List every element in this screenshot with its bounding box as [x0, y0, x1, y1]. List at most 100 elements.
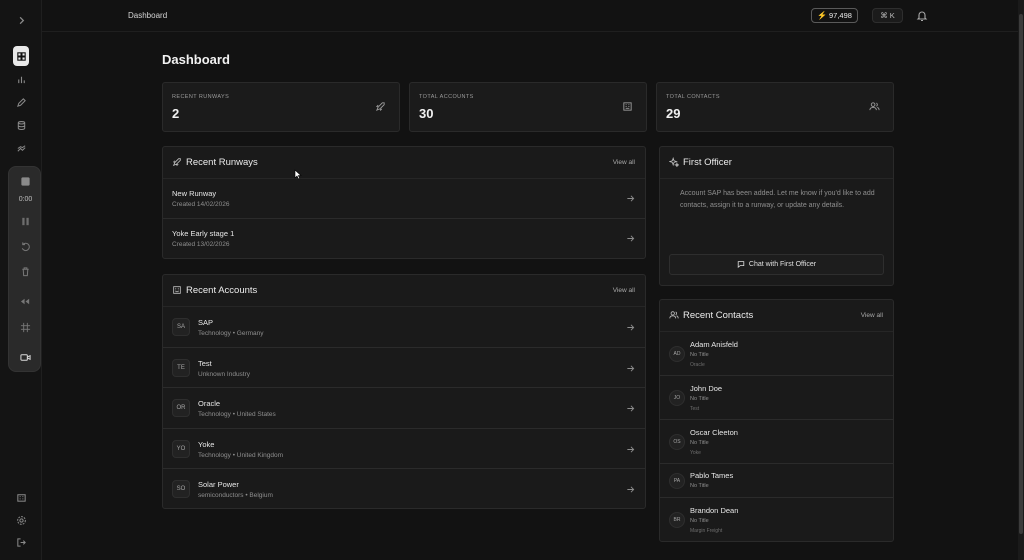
account-name: Yoke — [198, 439, 215, 449]
analytics-nav-icon[interactable] — [15, 73, 27, 85]
record-timer: 0:00 — [18, 196, 33, 203]
account-meta: semiconductors • Belgium — [198, 492, 273, 499]
dashboard-nav-icon[interactable] — [13, 46, 29, 66]
list-item[interactable]: AD Adam Anisfeld No Title Oracle — [660, 332, 893, 376]
arrow-right-icon — [626, 194, 635, 203]
contact-role: No Title — [690, 440, 709, 446]
runways-nav-icon[interactable] — [15, 96, 27, 108]
account-meta: Technology • United States — [198, 411, 276, 418]
runway-name: New Runway — [172, 189, 217, 198]
trash-icon[interactable] — [19, 265, 32, 278]
arrow-right-icon — [626, 323, 635, 332]
card-title: First Officer — [683, 157, 732, 168]
lightning-icon: ⚡ — [817, 11, 827, 20]
account-meta: Unknown Industry — [198, 370, 251, 378]
breadcrumb[interactable]: Dashboard — [128, 11, 167, 20]
first-officer-card: First Officer Account SAP has been added… — [659, 146, 894, 286]
recent-contacts-card: Recent Contacts View all AD Adam Anisfel… — [659, 299, 894, 542]
list-item[interactable]: JO John Doe No Title Test — [660, 376, 893, 420]
stat-total-accounts[interactable]: TOTAL ACCOUNTS 30 — [409, 82, 647, 132]
chat-with-first-officer-button[interactable]: Chat with First Officer — [669, 254, 884, 275]
list-item[interactable]: TE Test Unknown Industry — [163, 348, 645, 388]
arrow-right-icon — [626, 485, 635, 494]
stat-value: 2 — [172, 106, 180, 121]
account-name: Solar Power — [198, 480, 239, 489]
grid-icon[interactable] — [19, 321, 32, 334]
card-title: Recent Runways — [186, 157, 258, 168]
settings-gear-icon[interactable] — [15, 514, 27, 526]
arrow-right-icon — [626, 404, 635, 413]
bell-icon[interactable] — [916, 9, 928, 22]
account-meta: Technology • United Kingdom — [198, 451, 284, 459]
recent-runways-card: Recent Runways View all New Runway Creat… — [162, 146, 646, 259]
logout-icon[interactable] — [15, 536, 27, 548]
list-item[interactable]: SA SAP Technology • Germany — [163, 307, 645, 348]
stat-recent-runways[interactable]: RECENT RUNWAYS 2 — [162, 82, 400, 132]
stop-record-icon[interactable] — [19, 175, 32, 188]
trends-nav-icon[interactable] — [15, 142, 27, 154]
contact-avatar: OS — [669, 434, 685, 450]
contact-role: No Title — [690, 483, 709, 489]
camera-icon[interactable] — [19, 351, 32, 364]
view-all-accounts-link[interactable]: View all — [613, 287, 635, 294]
chat-button-label: Chat with First Officer — [748, 261, 817, 268]
arrow-right-icon — [626, 234, 635, 243]
credits-value: 97,498 — [829, 11, 852, 20]
view-all-contacts-link[interactable]: View all — [861, 312, 883, 319]
account-avatar: OR — [172, 399, 190, 417]
contact-company: Test — [690, 406, 700, 412]
contact-avatar: BR — [669, 512, 685, 528]
stat-total-contacts[interactable]: TOTAL CONTACTS 29 — [656, 82, 894, 132]
list-item[interactable]: OS Oscar Cleeton No Title Yoke — [660, 420, 893, 464]
stat-label: RECENT RUNWAYS — [172, 94, 230, 100]
list-item[interactable]: New Runway Created 14/02/2026 — [163, 179, 645, 219]
top-bar: Dashboard ⚡ 97,498 ⌘ K — [42, 0, 1018, 32]
screen-recorder-panel: 0:00 — [8, 166, 41, 372]
organization-nav-icon[interactable] — [15, 491, 27, 503]
account-avatar: YO — [172, 439, 190, 458]
list-item[interactable]: OR Oracle Technology • United States — [163, 388, 645, 429]
contact-role: No Title — [690, 396, 709, 402]
account-name: Test — [198, 358, 212, 368]
scrollbar-thumb[interactable] — [1019, 14, 1023, 534]
card-title: Recent Contacts — [683, 310, 754, 321]
stat-label: TOTAL ACCOUNTS — [419, 94, 474, 100]
pause-icon[interactable] — [19, 215, 32, 228]
mouse-cursor-icon — [294, 169, 302, 180]
contact-company: Margin Freight — [690, 528, 723, 534]
stat-label: TOTAL CONTACTS — [666, 94, 720, 100]
list-item[interactable]: YO Yoke Technology • United Kingdom — [163, 429, 645, 469]
runway-created: Created 13/02/2026 — [172, 241, 230, 248]
page-title: Dashboard — [162, 52, 230, 67]
expand-sidebar-icon[interactable] — [15, 14, 27, 26]
account-avatar: TE — [172, 358, 190, 377]
page-scrollbar[interactable] — [1018, 0, 1024, 560]
account-name: SAP — [198, 318, 214, 327]
account-avatar: SA — [172, 318, 190, 336]
view-all-runways-link[interactable]: View all — [613, 159, 635, 166]
users-icon — [669, 310, 679, 320]
database-nav-icon[interactable] — [15, 119, 27, 131]
contact-name: John Doe — [690, 384, 723, 393]
restart-icon[interactable] — [19, 240, 32, 253]
list-item[interactable]: Yoke Early stage 1 Created 13/02/2026 — [163, 219, 645, 258]
arrow-right-icon — [626, 445, 635, 454]
account-name: Oracle — [198, 399, 221, 408]
recent-accounts-card: Recent Accounts View all SA SAP Technolo… — [162, 274, 646, 509]
building-icon — [622, 101, 633, 112]
contact-role: No Title — [690, 518, 709, 524]
contact-name: Oscar Cleeton — [690, 428, 738, 437]
left-sidebar: 0:00 — [0, 0, 42, 560]
contact-avatar: AD — [669, 346, 685, 362]
audio-icon[interactable] — [19, 295, 32, 308]
card-title: Recent Accounts — [186, 285, 258, 296]
building-icon — [172, 285, 182, 295]
first-officer-message: Account SAP has been added. Let me know … — [680, 190, 875, 209]
command-palette-button[interactable]: ⌘ K — [872, 8, 903, 23]
list-item[interactable]: BR Brandon Dean No Title Margin Freight — [660, 498, 893, 541]
contact-name: Brandon Dean — [690, 506, 739, 515]
account-avatar: SO — [172, 480, 190, 498]
list-item[interactable]: SO Solar Power semiconductors • Belgium — [163, 469, 645, 508]
credits-badge[interactable]: ⚡ 97,498 — [811, 8, 858, 23]
list-item[interactable]: PA Pablo Tames No Title — [660, 464, 893, 498]
